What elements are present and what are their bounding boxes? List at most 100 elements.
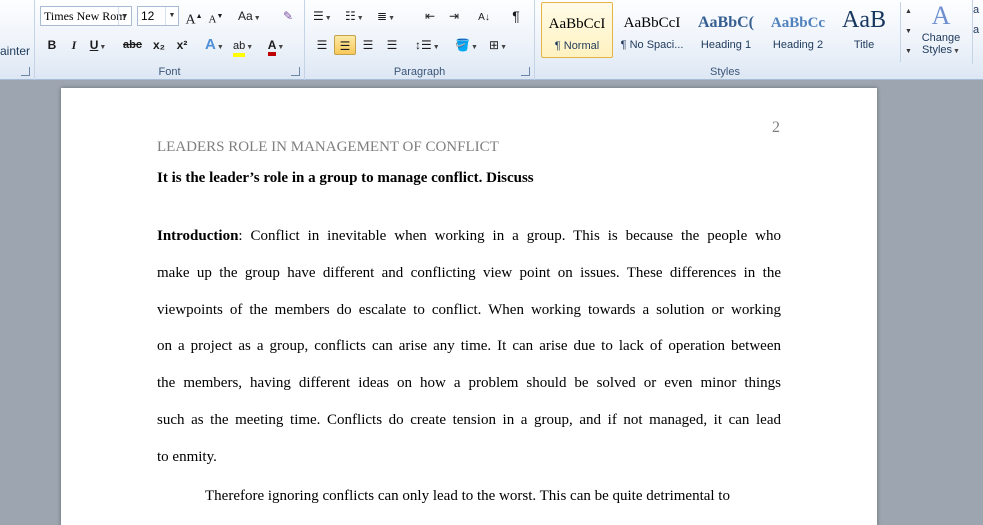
highlighter-icon: ab — [233, 39, 246, 57]
paint-bucket-icon: 🪣 — [455, 38, 470, 52]
font-size-combo[interactable]: 12 ▼ — [137, 6, 179, 26]
paragraph-dialog-launcher-icon[interactable]: › — [521, 67, 530, 76]
style-heading-2[interactable]: AaBbCc Heading 2 — [762, 2, 834, 58]
line-text: : Conflict in inevitable when working in… — [238, 228, 781, 244]
style-name: Heading 1 — [700, 39, 752, 51]
grow-font-button[interactable]: A▲ — [185, 6, 203, 28]
running-head: LEADERS ROLE IN MANAGEMENT OF CONFLICT — [157, 139, 499, 155]
shrink-font-label: A — [208, 13, 217, 26]
increase-indent-button[interactable]: ⇥ — [445, 6, 463, 26]
replace-icon[interactable]: a — [973, 24, 983, 36]
align-right-icon: ☰ — [362, 38, 374, 52]
font-group-label: Font — [158, 66, 181, 78]
style-sample: AaBbC( — [697, 14, 754, 31]
style-name: Heading 2 — [772, 39, 824, 51]
style-sample: AaBbCcI — [623, 15, 681, 31]
document-title: It is the leader’s role in a group to ma… — [157, 170, 534, 186]
chevron-down-icon[interactable]: ▼ — [165, 7, 178, 25]
bullets-button[interactable]: ☰▼ — [313, 6, 332, 26]
styles-group-label: Styles — [710, 66, 740, 78]
align-left-button[interactable]: ☰ — [313, 35, 331, 55]
introduction-paragraph: Introduction: Conflict in inevitable whe… — [157, 218, 781, 476]
align-left-icon: ☰ — [316, 38, 328, 52]
underline-label: U — [89, 38, 99, 52]
underline-button[interactable]: U▼ — [89, 35, 107, 55]
bullets-icon: ☰ — [313, 9, 324, 23]
style-heading-1[interactable]: AaBbC( Heading 1 — [690, 2, 762, 58]
chevron-up-icon[interactable]: ▲ — [901, 2, 916, 22]
text-effects-label: A — [205, 36, 216, 53]
increase-indent-icon: ⇥ — [448, 9, 460, 23]
style-sample: AaBbCcI — [548, 16, 606, 32]
multilevel-list-button[interactable]: ≣▼ — [377, 6, 395, 26]
intro-label: Introduction — [157, 228, 239, 244]
highlight-button[interactable]: ab▼ — [233, 35, 253, 57]
bold-button[interactable]: B — [43, 35, 61, 55]
font-color-button[interactable]: A▼ — [267, 35, 285, 56]
change-styles-label-2-wrap: Styles▼ — [922, 44, 960, 56]
numbering-icon: ☷ — [345, 9, 356, 23]
style-name: ¶ No Spaci... — [620, 39, 684, 51]
decrease-indent-icon: ⇤ — [424, 9, 436, 23]
decrease-indent-button[interactable]: ⇤ — [421, 6, 439, 26]
chevron-down-icon[interactable]: ▼ — [901, 22, 916, 42]
document-page[interactable]: 2 LEADERS ROLE IN MANAGEMENT OF CONFLICT… — [61, 88, 877, 525]
subscript-button[interactable]: x₂ — [150, 35, 168, 55]
paragraph-line: Introduction: Conflict in inevitable whe… — [157, 218, 781, 255]
style-name: ¶ Normal — [554, 40, 600, 52]
change-styles-button[interactable]: A Change Styles▼ — [918, 0, 964, 64]
style-title[interactable]: AaB Title — [828, 2, 900, 58]
change-case-button[interactable]: Aa▼ — [238, 6, 261, 26]
editing-group-edge[interactable]: a a — [972, 0, 983, 64]
justify-icon: ☰ — [386, 38, 398, 52]
style-sample: AaBbCc — [770, 15, 826, 31]
paragraph-line: viewpoints of the members do escalate to… — [157, 301, 781, 318]
shrink-font-button[interactable]: A▼ — [207, 6, 225, 26]
italic-button[interactable]: I — [65, 35, 83, 55]
styles-gallery-scroll: ▲ ▼ ▼ — [900, 2, 916, 62]
font-name-combo[interactable]: Times New Rom ▼ — [40, 6, 132, 26]
paragraph-line: to enmity. — [157, 448, 217, 465]
sort-button[interactable]: A↓ — [475, 6, 493, 26]
change-styles-label-2: Styles — [922, 44, 953, 56]
text-effects-button[interactable]: A▼ — [205, 35, 224, 55]
justify-button[interactable]: ☰ — [383, 35, 401, 55]
strikethrough-button[interactable]: abc — [123, 35, 142, 55]
font-color-label: A — [267, 38, 277, 56]
change-styles-label-1: Change — [921, 32, 961, 44]
more-styles-icon[interactable]: ▼ — [901, 42, 916, 62]
numbering-button[interactable]: ☷▼ — [345, 6, 364, 26]
show-marks-button[interactable]: ¶ — [507, 6, 525, 26]
chevron-down-icon[interactable]: ▼ — [118, 7, 131, 25]
multilevel-list-icon: ≣ — [377, 9, 388, 23]
document-area[interactable]: 2 LEADERS ROLE IN MANAGEMENT OF CONFLICT… — [0, 81, 983, 525]
font-group: Times New Rom ▼ 12 ▼ A▲ A▼ Aa▼ ✎ B I U▼ … — [35, 0, 305, 80]
style-normal[interactable]: AaBbCcI ¶ Normal — [541, 2, 613, 58]
align-center-icon: ☰ — [339, 39, 351, 53]
style-name: Title — [853, 39, 875, 51]
paragraph-group: ☰▼ ☷▼ ≣▼ ⇤ ⇥ A↓ ¶ ☰ ☰ ☰ ☰ ↕☰▼ 🪣▼ ⊞▼ Para… — [305, 0, 535, 80]
paragraph-line: on a project as a group, conflicts can a… — [157, 338, 781, 355]
line-spacing-button[interactable]: ↕☰▼ — [415, 35, 440, 55]
ribbon: ainter › Times New Rom ▼ 12 ▼ A▲ A▼ Aa▼ … — [0, 0, 983, 80]
sort-icon: A↓ — [478, 12, 490, 23]
clear-formatting-icon[interactable]: ✎ — [279, 6, 297, 26]
shading-button[interactable]: 🪣▼ — [455, 35, 478, 55]
font-name-value: Times New Rom — [44, 9, 126, 23]
borders-icon: ⊞ — [489, 38, 500, 52]
grow-font-label: A — [185, 12, 196, 28]
align-center-button[interactable]: ☰ — [334, 35, 356, 55]
paragraph-line: make up the group have different and con… — [157, 264, 781, 281]
find-icon[interactable]: a — [973, 4, 983, 16]
borders-button[interactable]: ⊞▼ — [489, 35, 507, 55]
font-dialog-launcher-icon[interactable]: › — [291, 67, 300, 76]
align-right-button[interactable]: ☰ — [359, 35, 377, 55]
style-no-spacing[interactable]: AaBbCcI ¶ No Spaci... — [616, 2, 688, 58]
format-painter-button[interactable]: ainter — [0, 44, 30, 58]
paragraph-line: such as the meeting time. Conflicts do c… — [157, 411, 781, 428]
change-case-label: Aa — [238, 9, 253, 23]
style-sample: AaB — [842, 7, 886, 33]
change-styles-icon: A — [931, 1, 951, 30]
superscript-button[interactable]: x² — [173, 35, 191, 55]
clipboard-launcher-icon[interactable]: › — [21, 67, 30, 76]
